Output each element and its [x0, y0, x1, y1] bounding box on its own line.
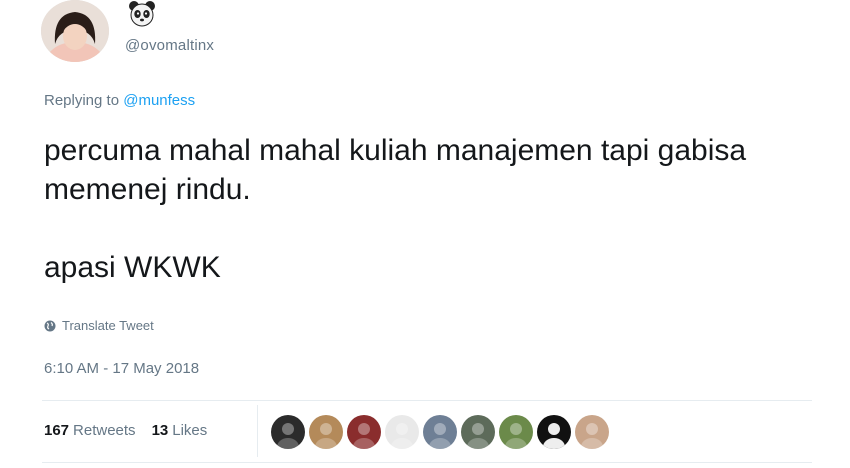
liker-avatar-8[interactable]	[537, 415, 571, 449]
likes-count: 13	[151, 422, 169, 439]
translate-tweet-button[interactable]: Translate Tweet	[44, 318, 154, 333]
likes-stat[interactable]: 13 Likes	[152, 422, 208, 439]
liker-avatar-7[interactable]	[499, 415, 533, 449]
tweet-paragraph-1: percuma mahal mahal kuliah manajemen tap…	[44, 134, 747, 206]
liker-avatar-9[interactable]	[575, 415, 609, 449]
reply-mention-link[interactable]: @munfess	[123, 92, 195, 109]
liker-avatar-4[interactable]	[385, 415, 419, 449]
liker-avatar-2[interactable]	[309, 415, 343, 449]
divider	[42, 462, 812, 463]
stats-separator	[257, 405, 258, 457]
tweet-paragraph-2: apasi WKWK	[44, 251, 221, 284]
avatar[interactable]	[41, 0, 109, 62]
translate-label: Translate Tweet	[62, 318, 154, 333]
divider	[42, 400, 812, 401]
liker-avatar-3[interactable]	[347, 415, 381, 449]
replying-prefix: Replying to	[44, 92, 120, 109]
liker-avatar-6[interactable]	[461, 415, 495, 449]
liker-avatar-5[interactable]	[423, 415, 457, 449]
panda-face-icon	[128, 0, 156, 28]
retweets-count: 167	[44, 422, 70, 439]
likers-avatars	[271, 415, 609, 449]
globe-icon	[44, 320, 56, 332]
likes-label: Likes	[172, 422, 208, 439]
liker-avatar-1[interactable]	[271, 415, 305, 449]
tweet-timestamp[interactable]: 6:10 AM - 17 May 2018	[44, 360, 199, 377]
retweets-label: Retweets	[73, 422, 136, 439]
user-handle[interactable]: @ovomaltinx	[125, 37, 214, 54]
tweet-stats: 167 Retweets 13 Likes	[44, 422, 207, 439]
retweets-stat[interactable]: 167 Retweets	[44, 422, 136, 439]
replying-to: Replying to @munfess	[44, 92, 195, 109]
tweet-text: percuma mahal mahal kuliah manajemen tap…	[44, 131, 824, 287]
